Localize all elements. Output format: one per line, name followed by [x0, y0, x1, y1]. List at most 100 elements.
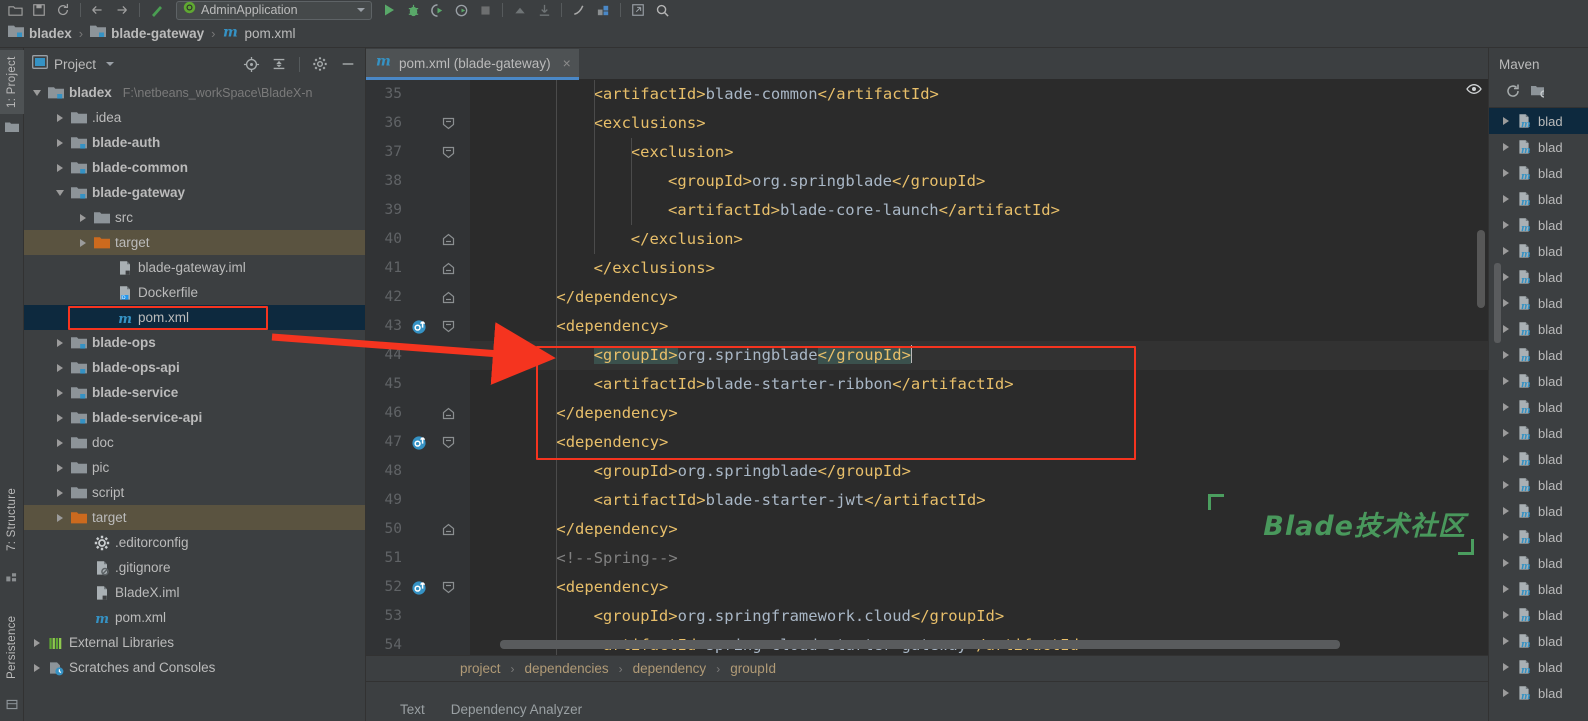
editor-horizontal-scrollbar[interactable] — [500, 640, 1340, 649]
maven-project-row[interactable]: m blad — [1489, 680, 1588, 706]
sync-icon[interactable] — [52, 0, 74, 20]
run-configuration-selector[interactable]: AdminApplication — [176, 0, 372, 20]
maven-project-row[interactable]: m blad — [1489, 420, 1588, 446]
chevron-right-icon[interactable] — [1499, 609, 1512, 622]
tree-item--editorconfig[interactable]: .editorconfig — [24, 530, 365, 555]
maven-project-row[interactable]: m blad — [1489, 290, 1588, 316]
chevron-down-icon[interactable] — [357, 8, 365, 12]
tree-item-doc[interactable]: doc — [24, 430, 365, 455]
maven-project-row[interactable]: m blad — [1489, 160, 1588, 186]
maven-project-row[interactable]: m blad — [1489, 550, 1588, 576]
chevron-right-icon[interactable] — [1499, 531, 1512, 544]
maven-project-row[interactable]: m blad — [1489, 238, 1588, 264]
maven-dep-icon[interactable] — [411, 434, 428, 451]
gutter-row[interactable]: 48 — [366, 457, 470, 486]
chevron-right-icon[interactable] — [53, 361, 66, 374]
build-icon[interactable] — [146, 0, 168, 20]
run-icon[interactable] — [378, 0, 400, 20]
update-project-icon[interactable] — [509, 0, 531, 20]
gutter-row[interactable]: 52 — [366, 573, 470, 602]
persistence-icon[interactable] — [5, 698, 19, 712]
tree-item-scratches-and-consoles[interactable]: Scratches and Consoles — [24, 655, 365, 680]
code-line[interactable]: <exclusions> — [470, 109, 1488, 138]
maven-project-row[interactable]: m blad — [1489, 316, 1588, 342]
code-text[interactable]: <artifactId>blade-common</artifactId> <ex… — [470, 80, 1488, 655]
chevron-right-icon[interactable] — [30, 636, 43, 649]
chevron-right-icon[interactable] — [1499, 427, 1512, 440]
chevron-down-icon[interactable] — [106, 62, 115, 66]
gutter-row[interactable]: 44 — [366, 341, 470, 370]
code-line[interactable]: </exclusions> — [470, 254, 1488, 283]
tree-item-blade-service[interactable]: blade-service — [24, 380, 365, 405]
chevron-right-icon[interactable] — [1499, 401, 1512, 414]
tree-item--idea[interactable]: .idea — [24, 105, 365, 130]
chevron-right-icon[interactable] — [1499, 505, 1512, 518]
maven-project-row[interactable]: m blad — [1489, 186, 1588, 212]
chevron-right-icon[interactable] — [53, 111, 66, 124]
fold-collapse-icon[interactable] — [442, 581, 455, 594]
code-line[interactable]: <dependency> — [470, 573, 1488, 602]
xml-breadcrumb-item-dependency[interactable]: dependency — [633, 661, 707, 676]
forward-icon[interactable] — [111, 0, 133, 20]
code-line[interactable]: </dependency> — [470, 399, 1488, 428]
structure-blocks-icon[interactable] — [592, 0, 614, 20]
chevron-right-icon[interactable] — [53, 161, 66, 174]
code-viewport[interactable]: 35 36 37 38 39 40 41 42 43 44 45 46 47 48 49 50 51 52 53 54… — [366, 80, 1488, 655]
fold-end-icon[interactable] — [442, 523, 455, 536]
gutter-row[interactable]: 51 — [366, 544, 470, 573]
chevron-right-icon[interactable] — [53, 386, 66, 399]
chevron-down-icon[interactable] — [53, 186, 66, 199]
code-line[interactable]: <dependency> — [470, 312, 1488, 341]
gutter-row[interactable]: 54 — [366, 631, 470, 655]
editor-bottom-tab-dependency-analyzer[interactable]: Dependency Analyzer — [451, 702, 582, 717]
tree-item-bladex-iml[interactable]: BladeX.iml — [24, 580, 365, 605]
fold-end-icon[interactable] — [442, 407, 455, 420]
code-line[interactable]: <groupId>org.springblade</groupId> — [470, 167, 1488, 196]
gutter-row[interactable]: 47 — [366, 428, 470, 457]
chevron-right-icon[interactable] — [76, 236, 89, 249]
tree-item-bladex[interactable]: bladex F:\netbeans_workSpace\BladeX-n — [24, 80, 365, 105]
chevron-right-icon[interactable] — [1499, 453, 1512, 466]
chevron-right-icon[interactable] — [76, 211, 89, 224]
chevron-right-icon[interactable] — [53, 436, 66, 449]
run-coverage-icon[interactable] — [426, 0, 448, 20]
gutter-row[interactable]: 46 — [366, 399, 470, 428]
xml-breadcrumb-item-dependencies[interactable]: dependencies — [525, 661, 609, 676]
save-icon[interactable] — [28, 0, 50, 20]
xml-breadcrumb[interactable]: project › dependencies › dependency › groupId — [366, 655, 1488, 681]
preview-eye-icon[interactable] — [1466, 82, 1482, 100]
maven-project-row[interactable]: m blad — [1489, 394, 1588, 420]
editor-tab-pom-xml[interactable]: m pom.xml (blade-gateway) × — [366, 49, 579, 80]
locate-target-icon[interactable] — [240, 53, 262, 75]
maven-project-list[interactable]: m blad m blad m blad m blad m blad m blad m blad m blad… — [1489, 108, 1588, 721]
gutter-row[interactable]: 40 — [366, 225, 470, 254]
gutter-row[interactable]: 38 — [366, 167, 470, 196]
gutter-row[interactable]: 49 — [366, 486, 470, 515]
maven-project-row[interactable]: m blad — [1489, 342, 1588, 368]
reimport-icon[interactable] — [1531, 84, 1547, 104]
fold-end-icon[interactable] — [442, 262, 455, 275]
editor-vertical-scrollbar[interactable] — [1477, 230, 1485, 308]
code-line[interactable]: </exclusion> — [470, 225, 1488, 254]
maven-project-row[interactable]: m blad — [1489, 628, 1588, 654]
chevron-right-icon[interactable] — [53, 511, 66, 524]
tree-item-pic[interactable]: pic — [24, 455, 365, 480]
structure-blocks-icon[interactable] — [5, 570, 19, 584]
collapse-all-icon[interactable] — [268, 53, 290, 75]
maven-project-row[interactable]: m blad — [1489, 602, 1588, 628]
project-tree[interactable]: bladex F:\netbeans_workSpace\BladeX-n .ide… — [24, 80, 365, 721]
chevron-right-icon[interactable] — [1499, 349, 1512, 362]
fold-collapse-icon[interactable] — [442, 146, 455, 159]
chevron-right-icon[interactable] — [53, 486, 66, 499]
tree-item-blade-service-api[interactable]: blade-service-api — [24, 405, 365, 430]
code-line[interactable]: <exclusion> — [470, 138, 1488, 167]
code-line[interactable]: <groupId>org.springblade</groupId> — [470, 457, 1488, 486]
code-line[interactable]: </dependency> — [470, 283, 1488, 312]
tree-item-external-libraries[interactable]: External Libraries — [24, 630, 365, 655]
code-line[interactable]: <groupId>org.springblade</groupId> — [470, 341, 1488, 370]
gutter-row[interactable]: 35 — [366, 80, 470, 109]
maven-project-row[interactable]: m blad — [1489, 524, 1588, 550]
editor-bottom-tab-text[interactable]: Text — [400, 702, 425, 717]
maven-project-row[interactable]: m blad — [1489, 134, 1588, 160]
close-icon[interactable]: × — [563, 55, 571, 71]
